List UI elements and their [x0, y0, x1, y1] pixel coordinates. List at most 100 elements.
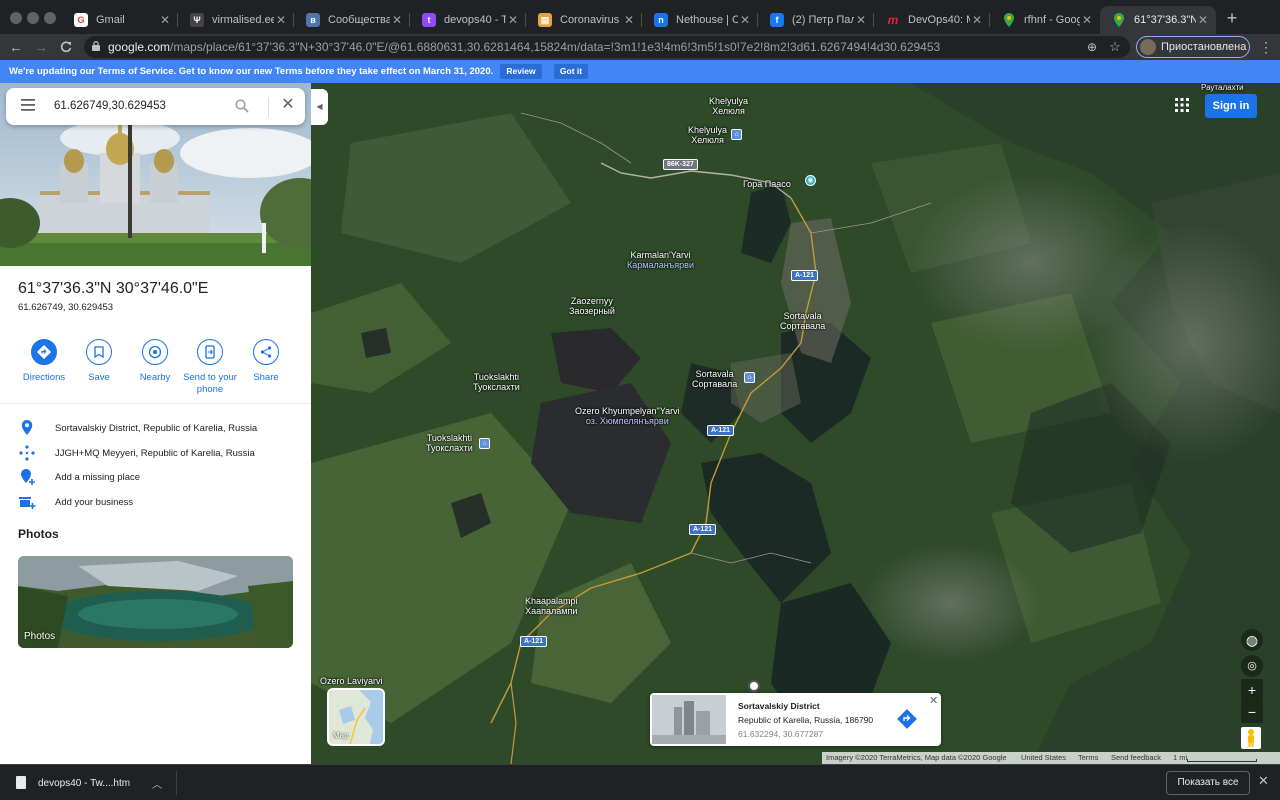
- add-missing-place-row[interactable]: Add a missing place: [18, 468, 308, 486]
- tab-close-icon[interactable]: ✕: [274, 13, 288, 27]
- forward-button[interactable]: →: [31, 37, 51, 57]
- clear-search-icon[interactable]: ✕: [278, 95, 298, 115]
- review-button[interactable]: Review: [500, 64, 542, 79]
- search-icon[interactable]: [235, 99, 249, 113]
- browser-tab[interactable]: rfhnf - Google ✕: [990, 6, 1100, 34]
- tab-title: Сообщества К: [328, 14, 390, 26]
- tab-close-icon[interactable]: ✕: [622, 13, 636, 27]
- tab-close-icon[interactable]: ✕: [158, 13, 172, 27]
- map-label[interactable]: Ozero Laviyarvi: [320, 676, 383, 686]
- hamburger-menu-icon[interactable]: [21, 99, 35, 111]
- browser-tab-active[interactable]: 61°37'36.3"N 3 ✕: [1100, 6, 1216, 34]
- directions-icon[interactable]: [897, 709, 917, 729]
- sign-in-button[interactable]: Sign in: [1205, 94, 1257, 118]
- address-bar[interactable]: google.com/maps/place/61°37'36.3"N+30°37…: [84, 36, 1130, 58]
- map-type-toggle[interactable]: Map: [327, 688, 385, 746]
- bookmark-star-icon[interactable]: ☆: [1105, 37, 1125, 57]
- search-box[interactable]: 61.626749,30.629453 ✕: [6, 88, 305, 125]
- map-attribution-bar: Imagery ©2020 TerraMetrics, Map data ©20…: [822, 752, 1280, 764]
- window-minimize-button[interactable]: [27, 12, 39, 24]
- map-label[interactable]: Ozero Khyumpelyan"Yarvi оз. Хюмпелянъярви: [575, 406, 680, 426]
- map-label[interactable]: Tuokslakhti Туокслахти: [473, 372, 520, 392]
- close-icon[interactable]: ✕: [929, 694, 938, 707]
- road-shield: A-121: [520, 636, 548, 647]
- meetup-icon: m: [887, 13, 899, 27]
- map-label[interactable]: Гора Паасо: [743, 179, 791, 189]
- zoom-in-button[interactable]: +: [1241, 679, 1263, 701]
- tab-close-icon[interactable]: ✕: [854, 13, 868, 27]
- save-button[interactable]: Save: [69, 339, 129, 384]
- directions-button[interactable]: Directions: [14, 339, 74, 384]
- map-label[interactable]: Sortavala Сортавала: [780, 311, 825, 331]
- pegman-icon[interactable]: [1241, 727, 1261, 749]
- browser-menu-icon[interactable]: ⋮: [1256, 37, 1276, 57]
- download-item[interactable]: devops40 - Tw....htm ︿: [10, 771, 170, 795]
- nearby-button[interactable]: Nearby: [125, 339, 185, 384]
- location-pin-icon[interactable]: [748, 680, 760, 692]
- globe-icon[interactable]: ◍: [1241, 629, 1263, 651]
- photo-thumbnail[interactable]: Photos: [18, 556, 293, 648]
- tab-close-icon[interactable]: ✕: [506, 13, 520, 27]
- info-card-coords: 61.632294, 30.677287: [738, 729, 824, 739]
- place-info-card[interactable]: Sortavalskiy District Republic of Kareli…: [650, 693, 941, 746]
- satellite-map[interactable]: ◀ Sign in Khelyulya Хелюля Khelyulya Хелюл…: [311, 83, 1280, 764]
- tab-close-icon[interactable]: ✕: [738, 13, 752, 27]
- scale-label[interactable]: 1 mi: [1173, 752, 1187, 764]
- browser-tab[interactable]: m DevOps40: Ma ✕: [874, 6, 990, 34]
- country-link[interactable]: United States: [1021, 752, 1066, 764]
- tab-close-icon[interactable]: ✕: [1080, 13, 1094, 27]
- transit-station-icon[interactable]: ⌂: [744, 372, 755, 383]
- browser-tab[interactable]: в Сообщества К ✕: [294, 6, 410, 34]
- transit-station-icon[interactable]: ⌂: [731, 129, 742, 140]
- search-input[interactable]: 61.626749,30.629453: [54, 100, 166, 112]
- tab-close-icon[interactable]: ✕: [390, 13, 404, 27]
- map-label[interactable]: Tuokslakhti Туокслахти: [426, 433, 473, 453]
- zoom-out-button[interactable]: −: [1241, 701, 1263, 723]
- my-location-icon[interactable]: ◎: [1241, 655, 1263, 677]
- plus-code-row[interactable]: JJGH+MQ Meyyeri, Republic of Karelia, Ru…: [18, 444, 308, 462]
- share-button[interactable]: Share: [236, 339, 296, 384]
- chevron-up-icon[interactable]: ︿: [152, 776, 162, 791]
- window-close-button[interactable]: [10, 12, 22, 24]
- send-to-phone-label: Send to your: [183, 372, 237, 383]
- add-business-row[interactable]: Add your business: [18, 493, 308, 511]
- map-label[interactable]: Karmalan'Yarvi Кармаланъярви: [627, 250, 694, 270]
- new-tab-button[interactable]: +: [1222, 8, 1242, 28]
- tab-title: Coronavirus CC: [560, 14, 622, 26]
- map-label[interactable]: Sortavala Сортавала: [692, 369, 737, 389]
- send-to-phone-button[interactable]: Send to your phone: [180, 339, 240, 396]
- add-shortcut-icon[interactable]: ⊕: [1082, 37, 1102, 57]
- browser-tab[interactable]: t devops40 - Tw ✕: [410, 6, 526, 34]
- browser-tab[interactable]: Ψ virmalised.ee [ ✕: [178, 6, 294, 34]
- reload-button[interactable]: [56, 37, 76, 57]
- show-all-button[interactable]: Показать все: [1166, 771, 1250, 795]
- tab-close-icon[interactable]: ✕: [1196, 13, 1210, 27]
- map-label[interactable]: Рауталахти: [1201, 83, 1244, 93]
- collapse-panel-button[interactable]: ◀: [311, 89, 328, 125]
- plus-code-icon: [19, 445, 35, 461]
- map-label[interactable]: Zaozernyy Заозерный: [569, 296, 615, 316]
- transit-station-icon[interactable]: ⌂: [479, 438, 490, 449]
- file-icon: [16, 776, 26, 789]
- tab-close-icon[interactable]: ✕: [970, 13, 984, 27]
- terms-banner: We're updating our Terms of Service. Get…: [0, 60, 1280, 83]
- map-label[interactable]: Khaapalampi Хаапалампи: [525, 596, 578, 616]
- satellite-imagery: [311, 83, 1280, 764]
- window-zoom-button[interactable]: [44, 12, 56, 24]
- address-row[interactable]: Sortavalskiy District, Republic of Karel…: [18, 419, 308, 437]
- camera-poi-icon[interactable]: ◉: [805, 175, 816, 186]
- got-it-button[interactable]: Got it: [554, 64, 588, 79]
- section-divider: [0, 403, 311, 404]
- browser-tab[interactable]: G Gmail ✕: [62, 6, 178, 34]
- send-feedback-link[interactable]: Send feedback: [1111, 752, 1161, 764]
- apps-grid-icon[interactable]: [1175, 98, 1189, 112]
- map-label[interactable]: Khelyulya Хелюля: [709, 96, 748, 116]
- browser-tab[interactable]: ▤ Coronavirus CC ✕: [526, 6, 642, 34]
- map-label[interactable]: Khelyulya Хелюля: [688, 125, 727, 145]
- close-downloads-icon[interactable]: ✕: [1258, 773, 1269, 789]
- back-button[interactable]: ←: [6, 37, 26, 57]
- browser-tab[interactable]: f (2) Петр Пала ✕: [758, 6, 874, 34]
- browser-tab[interactable]: n Nethouse | Co ✕: [642, 6, 758, 34]
- profile-button[interactable]: Приостановлена: [1136, 36, 1250, 58]
- terms-link[interactable]: Terms: [1078, 752, 1098, 764]
